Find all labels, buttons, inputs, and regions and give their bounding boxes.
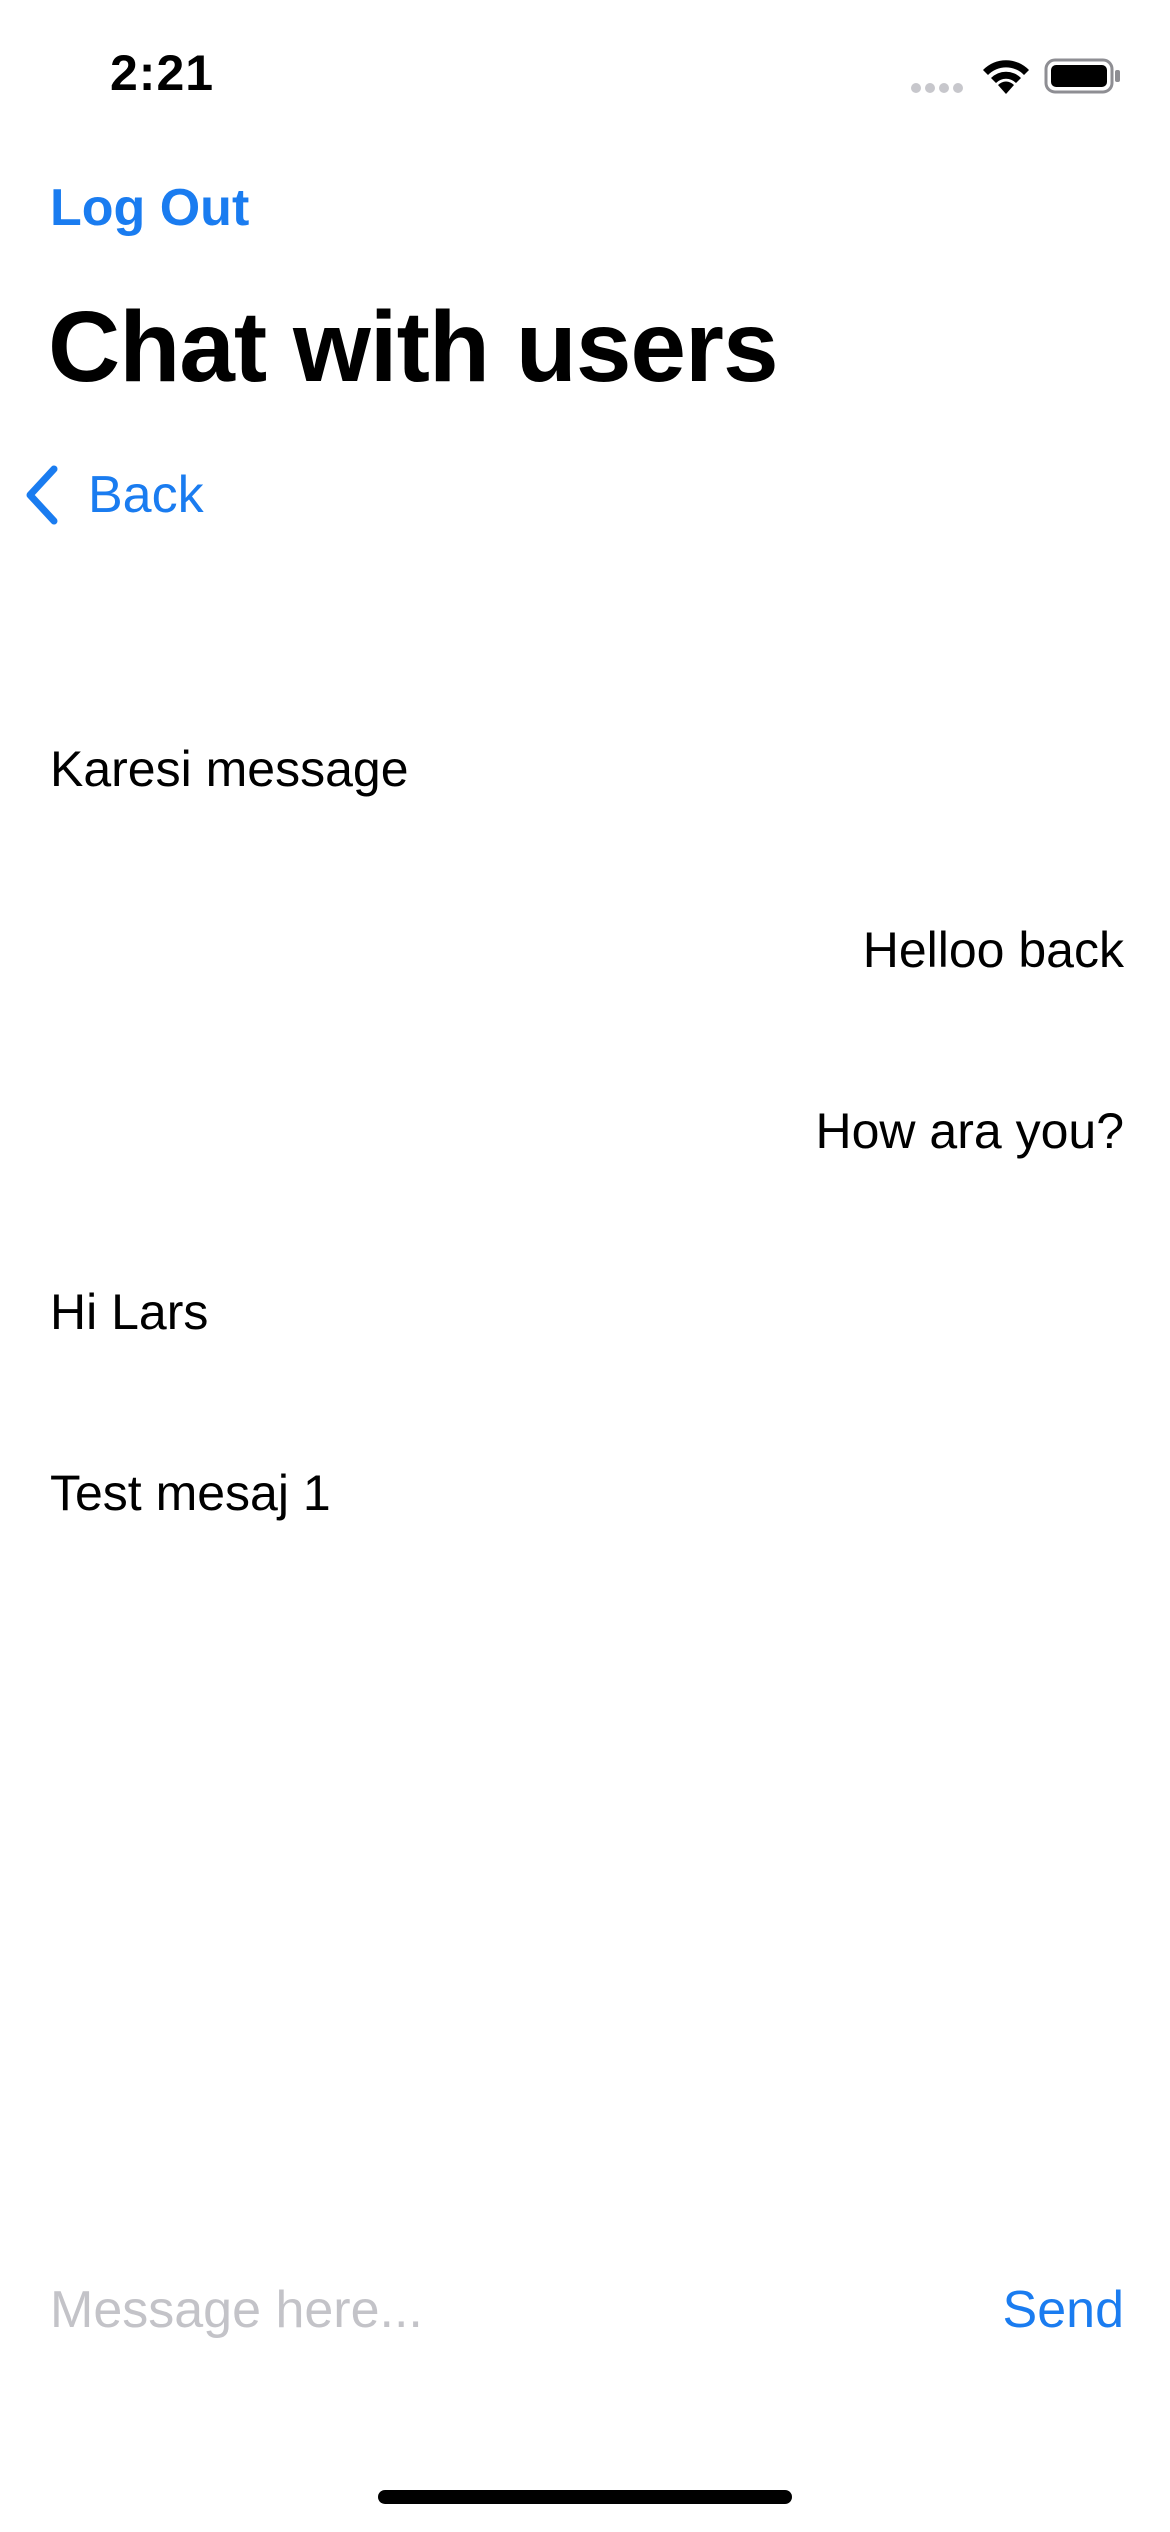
message-row: Hi Lars [50,1283,1124,1464]
message-text: Karesi message [50,741,409,797]
message-text: How ara you? [815,1103,1125,1159]
status-bar: 2:21 [0,0,1170,150]
message-list: Karesi message Helloo back How ara you? … [50,740,1124,1645]
send-button[interactable]: Send [1003,2280,1124,2340]
message-text: Hi Lars [50,1284,209,1340]
logout-button[interactable]: Log Out [50,178,249,238]
status-time: 2:21 [110,45,215,101]
battery-icon [1044,56,1122,96]
chevron-left-icon [26,465,58,525]
message-row: How ara you? [50,1102,1125,1283]
message-row: Helloo back [50,921,1124,1102]
message-row: Test mesaj 1 [50,1464,1124,1645]
back-button[interactable]: Back [22,460,204,530]
message-text: Test mesaj 1 [50,1465,331,1521]
signal-dots-icon [910,82,966,94]
message-text: Helloo back [862,922,1124,978]
message-composer: Send [50,2270,1124,2350]
page-title: Chat with users [48,291,779,403]
back-label: Back [88,466,204,524]
message-row: Karesi message [50,740,1124,921]
home-indicator[interactable] [378,2490,792,2504]
message-input[interactable] [50,2280,850,2340]
wifi-icon [978,54,1034,96]
